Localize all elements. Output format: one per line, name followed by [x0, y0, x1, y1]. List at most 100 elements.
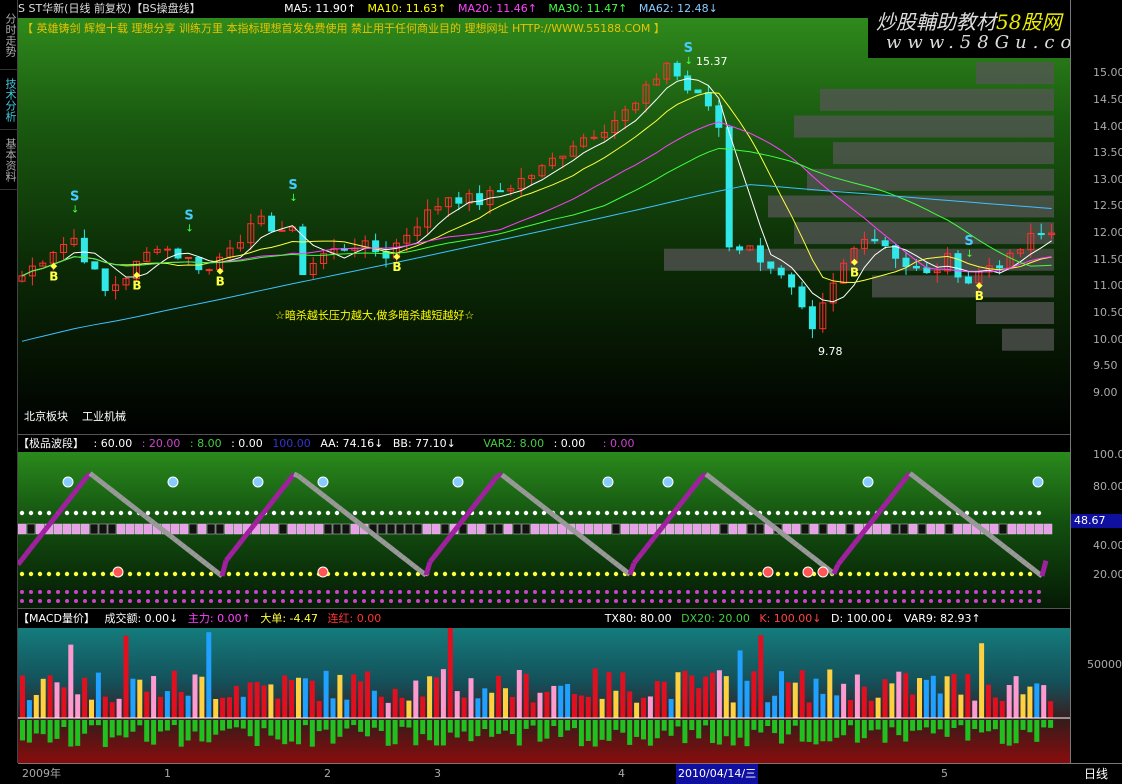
- dot-line-20: [965, 572, 969, 576]
- volume-bar: [586, 697, 591, 718]
- watermark-logo: 炒股輔助教材58股网 www.58Gu.com: [868, 0, 1072, 58]
- wave-segment: [58, 508, 62, 513]
- wave-segment: [714, 480, 718, 483]
- volume-neg-bar: [538, 720, 543, 742]
- volume-bar: [517, 670, 522, 718]
- band-cell: [594, 524, 602, 534]
- volume-bar: [945, 676, 950, 718]
- wave-segment: [710, 477, 714, 480]
- dot-line-20: [389, 572, 393, 576]
- period-button[interactable]: 日线: [1084, 764, 1108, 784]
- wave-segment: [482, 491, 486, 496]
- dot-line-low: [173, 590, 177, 594]
- dot-line-20: [146, 572, 150, 576]
- wave-segment: [970, 520, 974, 523]
- dot-line-low: [1037, 599, 1041, 603]
- dot-line-low: [281, 590, 285, 594]
- dot-line-low: [515, 599, 519, 603]
- price-axis-label: 10.50: [1093, 306, 1122, 319]
- dot-line-low: [524, 599, 528, 603]
- dot-line-20: [614, 572, 618, 576]
- tab-technical[interactable]: 技术分析: [0, 70, 18, 130]
- wave-segment: [994, 539, 998, 542]
- wave-segment: [914, 476, 918, 479]
- band-cell: [117, 524, 125, 534]
- volume-neg-bar: [607, 720, 612, 741]
- price-chart-panel[interactable]: S↓S↓S↓S↓S↓◆B◆B◆B◆B◆B◆B ☆暗杀越长压力越大,做多暗杀越短越…: [18, 18, 1070, 433]
- pressure-bar: [820, 89, 1054, 111]
- tab-intraday[interactable]: 分时走势: [0, 0, 18, 70]
- tab-fundamentals[interactable]: 基本资料: [0, 130, 18, 190]
- volume-neg-bar: [496, 720, 501, 734]
- volume-bar: [572, 694, 577, 718]
- volume-neg-bar: [696, 720, 701, 738]
- wave-segment: [26, 549, 30, 554]
- dot-line-20: [902, 572, 906, 576]
- wave-segment: [186, 548, 190, 551]
- dot-line-20: [695, 572, 699, 576]
- wave-segment: [210, 567, 214, 570]
- volume-neg-bar: [889, 720, 894, 727]
- band-cell: [18, 524, 26, 534]
- dot-line-80: [947, 511, 951, 515]
- wave-segment: [254, 520, 258, 525]
- volume-neg-bar: [482, 720, 487, 729]
- dot-line-80: [110, 511, 114, 515]
- volume-bar: [1021, 694, 1026, 718]
- wave-segment: [1026, 564, 1030, 567]
- top-ball-icon: [863, 477, 873, 487]
- dot-line-20: [335, 572, 339, 576]
- low-price-label: 9.78: [818, 345, 843, 358]
- volume-bar: [703, 677, 708, 718]
- dot-line-low: [1001, 590, 1005, 594]
- volume-neg-bar: [241, 720, 246, 729]
- volume-neg-bar: [303, 720, 308, 725]
- dot-line-low: [1019, 590, 1023, 594]
- wave-segment: [402, 557, 406, 560]
- volume-neg-bar: [834, 720, 839, 738]
- dot-line-80: [659, 511, 663, 515]
- dot-line-20: [281, 572, 285, 576]
- wave-segment: [122, 498, 126, 501]
- sector-industry: 工业机械: [82, 408, 126, 424]
- wave-segment: [274, 494, 278, 499]
- wave-segment: [522, 490, 526, 493]
- dot-line-low: [677, 590, 681, 594]
- band-cell: [324, 524, 332, 534]
- dot-line-low: [515, 590, 519, 594]
- volume-neg-bar: [938, 720, 943, 729]
- dot-line-20: [938, 572, 942, 576]
- dot-line-20: [911, 572, 915, 576]
- volume-neg-bar: [151, 720, 156, 745]
- dot-line-20: [587, 572, 591, 576]
- dot-line-low: [299, 599, 303, 603]
- dot-line-low: [488, 599, 492, 603]
- volume-panel[interactable]: [18, 628, 1070, 763]
- dot-line-low: [983, 590, 987, 594]
- vol-consecutive-red: 连红: 0.00: [328, 612, 382, 625]
- dot-line-low: [623, 599, 627, 603]
- dot-line-low: [650, 590, 654, 594]
- band-cell: [486, 524, 494, 534]
- volume-neg-bar: [455, 720, 460, 738]
- dot-line-80: [1001, 511, 1005, 515]
- wave-segment: [302, 479, 306, 482]
- price-axis-label: 11.50: [1093, 253, 1122, 266]
- wave-segment: [758, 515, 762, 518]
- dot-line-low: [191, 599, 195, 603]
- candle-up: [206, 270, 212, 271]
- dot-line-80: [425, 511, 429, 515]
- cursor-date: 2010/04/14/三: [676, 764, 758, 784]
- volume-bar: [213, 699, 218, 718]
- dot-line-low: [560, 599, 564, 603]
- candle-down: [757, 246, 763, 262]
- volume-neg-bar: [745, 720, 750, 746]
- band-cell: [135, 524, 143, 534]
- wave-segment: [406, 560, 410, 563]
- dot-line-low: [821, 599, 825, 603]
- band-cell: [792, 524, 800, 534]
- volume-neg-bar: [779, 720, 784, 744]
- volume-neg-bar: [96, 720, 101, 725]
- volume-bar: [137, 680, 142, 718]
- oscillator-panel[interactable]: [18, 452, 1070, 608]
